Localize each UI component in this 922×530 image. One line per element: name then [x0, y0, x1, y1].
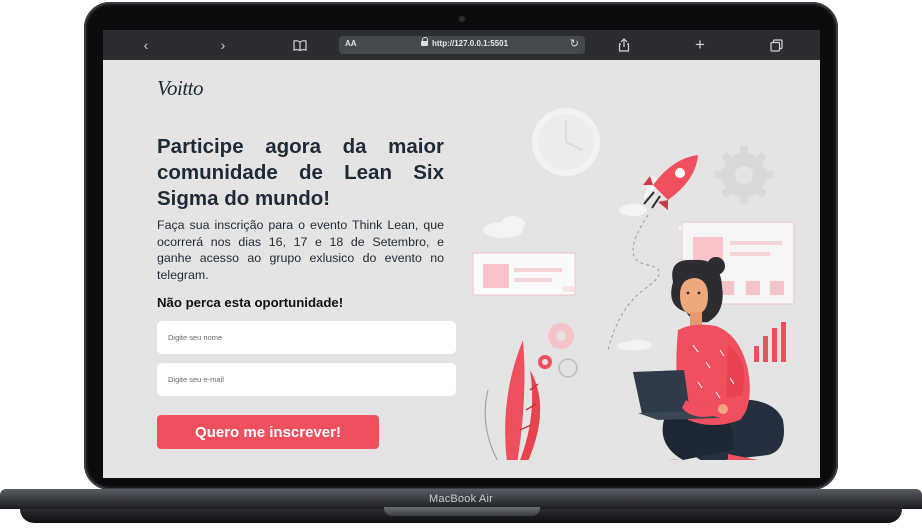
forward-icon[interactable]: ›	[213, 36, 233, 54]
camera	[459, 16, 465, 22]
small-gear-icon	[538, 323, 578, 378]
voitto-logo[interactable]: Voitto	[157, 76, 204, 101]
call-to-action-heading: Não perca esta oportunidade!	[157, 295, 344, 310]
info-card-left	[472, 252, 576, 296]
share-icon[interactable]	[614, 36, 634, 54]
new-tab-icon[interactable]: +	[690, 36, 710, 54]
name-input[interactable]	[157, 321, 456, 354]
event-description: Faça sua inscrição para o evento Think L…	[157, 218, 444, 282]
lock-icon	[421, 37, 428, 46]
bookmarks-icon[interactable]	[290, 36, 310, 54]
subscribe-button[interactable]: Quero me inscrever!	[157, 415, 379, 449]
clock-icon	[532, 108, 600, 176]
rocket-trail	[607, 214, 660, 351]
screen: ‹ › AA http://127.0.0.1:5501 ↻ + Voitto	[103, 30, 820, 478]
tabs-icon[interactable]	[766, 36, 786, 54]
page-title: Participe agora da maior comunidade de L…	[157, 135, 444, 210]
hero-illustration	[472, 108, 795, 460]
reload-icon[interactable]: ↻	[570, 37, 579, 50]
url-text: http://127.0.0.1:5501	[432, 39, 509, 48]
plant-decoration	[484, 340, 541, 460]
bar-chart-icon	[754, 322, 786, 362]
gear-icon	[715, 146, 773, 204]
rocket-icon	[619, 155, 698, 216]
text-size-button[interactable]: AA	[345, 39, 357, 48]
back-icon[interactable]: ‹	[136, 36, 156, 54]
browser-toolbar: ‹ › AA http://127.0.0.1:5501 ↻ +	[103, 30, 820, 60]
email-input[interactable]	[157, 363, 456, 396]
address-bar[interactable]: AA http://127.0.0.1:5501 ↻	[339, 36, 585, 54]
device-model-label: MacBook Air	[429, 493, 493, 505]
laptop-base: MacBook Air	[0, 489, 922, 530]
